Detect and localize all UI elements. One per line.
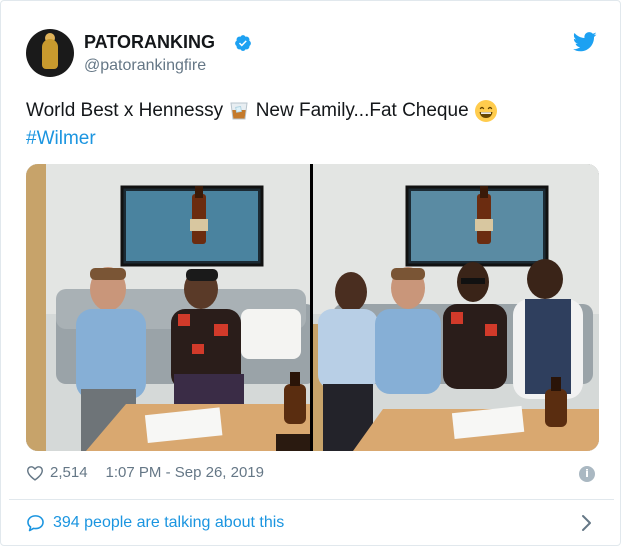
verified-badge-icon bbox=[235, 35, 251, 51]
photo-left-image bbox=[26, 164, 310, 451]
photo-right-image bbox=[313, 164, 599, 451]
tweet-text-part2: New Family...Fat Cheque bbox=[255, 100, 469, 121]
avatar[interactable] bbox=[26, 29, 74, 77]
twitter-bird-icon[interactable] bbox=[573, 32, 597, 52]
info-icon[interactable]: i bbox=[579, 466, 595, 482]
conversation-label[interactable]: 394 people are talking about this bbox=[53, 514, 284, 532]
like-count[interactable]: 2,514 bbox=[50, 464, 88, 481]
heart-icon[interactable] bbox=[26, 465, 44, 481]
speech-bubble-icon bbox=[27, 515, 44, 532]
user-handle[interactable]: @patorankingfire bbox=[84, 57, 206, 75]
tweet-text-part1: World Best x Hennessy bbox=[26, 100, 224, 121]
photo-right[interactable] bbox=[313, 164, 599, 451]
chevron-right-icon[interactable] bbox=[581, 514, 593, 532]
conversation-link[interactable]: 394 people are talking about this bbox=[26, 514, 284, 532]
divider bbox=[9, 499, 614, 500]
media-grid[interactable] bbox=[26, 164, 599, 451]
tweet-text: World Best x Hennessy New Family...Fat C… bbox=[26, 97, 606, 153]
tumbler-glass-icon bbox=[230, 102, 248, 120]
tweet-meta: 2,514 1:07 PM - Sep 26, 2019 bbox=[26, 464, 264, 481]
grinning-face-icon bbox=[474, 99, 497, 122]
user-name[interactable]: PATORANKING bbox=[84, 32, 215, 53]
photo-left[interactable] bbox=[26, 164, 310, 451]
tweet-card[interactable]: PATORANKING @patorankingfire World Best … bbox=[0, 0, 621, 546]
tweet-timestamp[interactable]: 1:07 PM - Sep 26, 2019 bbox=[106, 464, 264, 481]
hashtag-link[interactable]: #Wilmer bbox=[26, 128, 96, 149]
